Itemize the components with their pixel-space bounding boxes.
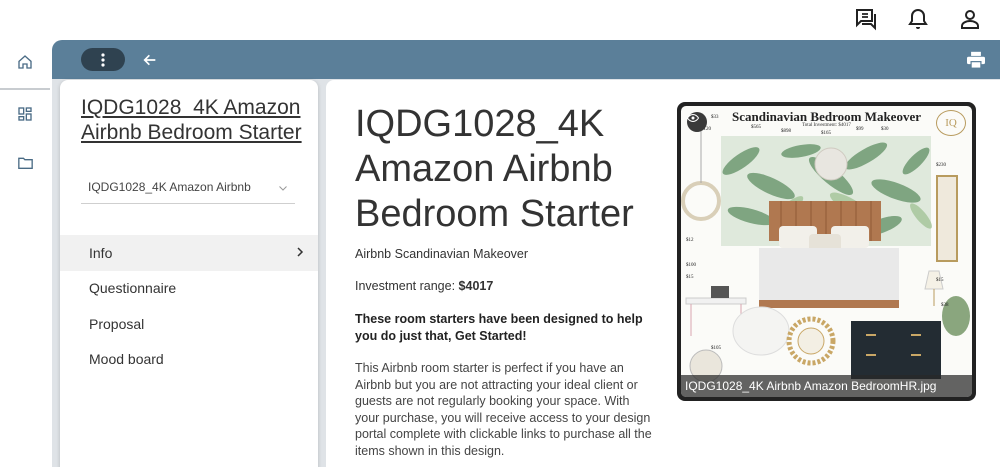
nav-item-label: Mood board bbox=[89, 351, 164, 368]
toolbar bbox=[52, 40, 1000, 79]
more-options-button[interactable] bbox=[81, 48, 125, 71]
svg-text:$15: $15 bbox=[936, 278, 944, 283]
folder-icon[interactable] bbox=[12, 150, 38, 176]
svg-text:$230: $230 bbox=[936, 163, 947, 168]
preview-button[interactable] bbox=[687, 112, 707, 132]
svg-text:$15: $15 bbox=[686, 275, 694, 280]
home-icon[interactable] bbox=[12, 49, 38, 75]
mood-board-image[interactable]: $33 $120 $565 $898 $165 $99 $30 $230 $12… bbox=[677, 102, 976, 401]
chevron-right-icon bbox=[297, 247, 304, 257]
arrow-left-icon bbox=[143, 54, 156, 66]
nav-item-mood-board[interactable]: Mood board bbox=[60, 342, 318, 378]
brand-logo: IQ bbox=[936, 110, 966, 136]
print-icon bbox=[967, 51, 985, 69]
dashboard-icon[interactable] bbox=[12, 101, 38, 127]
svg-text:$100: $100 bbox=[686, 263, 697, 268]
left-rail bbox=[0, 38, 50, 467]
image-caption: IQDG1028_4K Airbnb Amazon BedroomHR.jpg bbox=[681, 375, 972, 397]
svg-text:$898: $898 bbox=[781, 129, 792, 134]
project-title-link[interactable]: IQDG1028_4K Amazon Airbnb Bedroom Starte… bbox=[81, 95, 306, 145]
back-button[interactable] bbox=[138, 48, 162, 72]
investment-value: $4017 bbox=[458, 279, 494, 293]
project-subtitle: Airbnb Scandinavian Makeover bbox=[355, 247, 529, 261]
eye-icon bbox=[687, 113, 699, 123]
svg-text:$165: $165 bbox=[821, 131, 832, 136]
nav-item-info[interactable]: Info bbox=[60, 235, 318, 271]
bell-icon[interactable] bbox=[904, 5, 932, 33]
description: This Airbnb room starter is perfect if y… bbox=[355, 361, 652, 458]
chevron-down-icon bbox=[279, 186, 287, 191]
project-select[interactable]: IQDG1028_4K Amazon Airbnb bbox=[81, 174, 295, 204]
chat-icon[interactable] bbox=[852, 5, 880, 33]
tagline: These room starters have been designed t… bbox=[355, 312, 643, 343]
investment-label: Investment range: bbox=[355, 279, 456, 293]
sidebar-nav: Info Questionnaire Proposal Mood board bbox=[60, 235, 318, 377]
nav-item-label: Proposal bbox=[89, 315, 145, 332]
mood-board-canvas: $33 $120 $565 $898 $165 $99 $30 $230 $12… bbox=[681, 106, 972, 397]
mood-board-illustration: $33 $120 $565 $898 $165 $99 $30 $230 $12… bbox=[681, 115, 970, 383]
svg-text:$105: $105 bbox=[711, 346, 722, 351]
more-vertical-icon bbox=[101, 52, 105, 67]
nav-item-label: Info bbox=[89, 244, 113, 261]
project-select-value: IQDG1028_4K Amazon Airbnb bbox=[88, 180, 251, 194]
nav-item-questionnaire[interactable]: Questionnaire bbox=[60, 271, 318, 307]
rail-divider bbox=[0, 88, 50, 90]
svg-text:$12: $12 bbox=[686, 238, 694, 243]
page-title: IQDG1028_4K Amazon Airbnb Bedroom Starte… bbox=[355, 103, 634, 235]
project-sidebar: IQDG1028_4K Amazon Airbnb Bedroom Starte… bbox=[60, 80, 318, 467]
nav-item-label: Questionnaire bbox=[89, 280, 177, 297]
nav-item-proposal[interactable]: Proposal bbox=[60, 306, 318, 342]
print-button[interactable] bbox=[964, 48, 988, 72]
svg-text:$38: $38 bbox=[941, 303, 949, 308]
board-subtitle: Total Investment: $4017 bbox=[802, 123, 851, 128]
investment-range: Investment range: $4017 bbox=[355, 279, 493, 293]
user-icon[interactable] bbox=[956, 5, 984, 33]
top-bar bbox=[852, 0, 1000, 38]
